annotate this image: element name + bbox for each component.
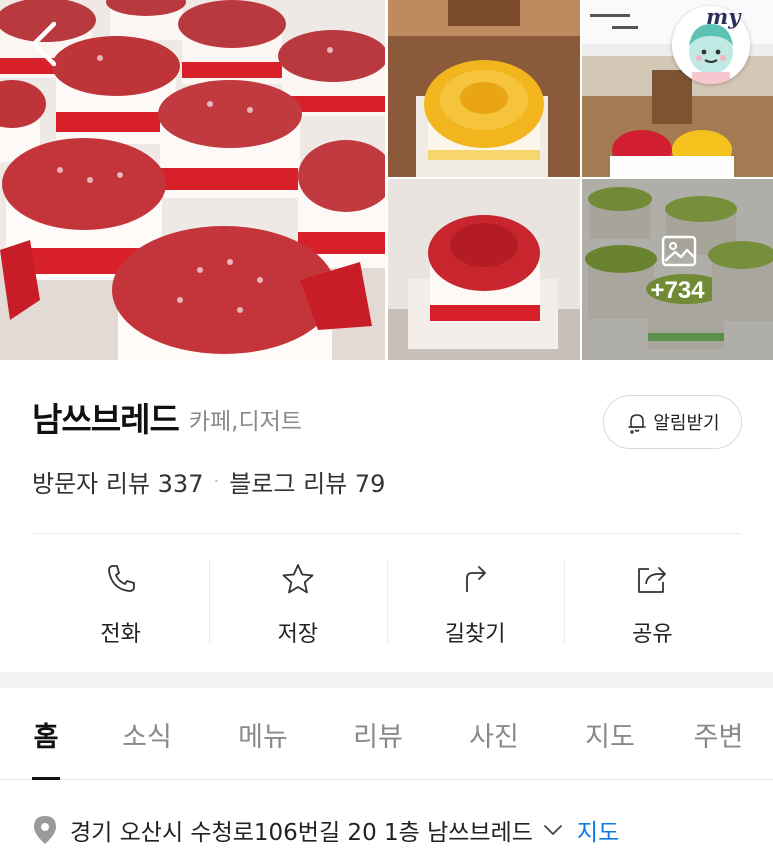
- share-icon: [638, 567, 667, 593]
- tab-photos[interactable]: 사진: [432, 688, 556, 780]
- call-button[interactable]: 전화: [32, 556, 209, 648]
- save-button[interactable]: 저장: [209, 556, 386, 648]
- address-row: 경기 오산시 수청로106번길 20 1층 남쓰브레드 지도: [32, 808, 619, 852]
- tab-nearby[interactable]: 주변: [664, 688, 773, 780]
- my-label: my: [706, 4, 741, 29]
- gallery-photo-strawberry-cake[interactable]: [388, 179, 580, 360]
- address-map-link[interactable]: 지도: [577, 813, 619, 847]
- tab-map[interactable]: 지도: [556, 688, 664, 780]
- more-photos-count: +734: [650, 277, 705, 304]
- gallery-photo-mango-cake[interactable]: [388, 0, 580, 177]
- directions-label: 길찾기: [444, 622, 506, 647]
- blog-review-link[interactable]: 블로그 리뷰 79: [229, 464, 385, 499]
- chevron-left-icon: [31, 21, 57, 67]
- chevron-down-icon[interactable]: [541, 818, 565, 842]
- divider: [32, 533, 741, 534]
- more-photos-button[interactable]: +734: [582, 179, 773, 360]
- address-text: 경기 오산시 수청로106번길 20 1층 남쓰브레드: [70, 820, 533, 846]
- review-summary: 방문자 리뷰 337 · 블로그 리뷰 79: [32, 464, 385, 498]
- action-bar: 전화 저장 길찾기 공유: [32, 556, 741, 648]
- review-separator: ·: [213, 470, 220, 492]
- tab-home[interactable]: 홈: [0, 688, 92, 780]
- place-category: 카페,디저트: [188, 409, 302, 435]
- call-label: 전화: [100, 622, 141, 647]
- tab-menu[interactable]: 메뉴: [202, 688, 324, 780]
- tab-news[interactable]: 소식: [92, 688, 202, 780]
- image-icon: [661, 235, 697, 267]
- directions-icon: [466, 566, 487, 592]
- phone-icon: [107, 565, 135, 592]
- visitor-review-link[interactable]: 방문자 리뷰 337: [32, 464, 203, 499]
- tab-reviews[interactable]: 리뷰: [324, 688, 432, 780]
- directions-button[interactable]: 길찾기: [386, 556, 564, 648]
- back-button[interactable]: [22, 18, 66, 70]
- save-label: 저장: [277, 622, 319, 647]
- bell-plus-icon: [628, 414, 647, 434]
- place-name: 남쓰브레드: [32, 400, 180, 439]
- alarm-subscribe-button[interactable]: 알림받기: [603, 395, 742, 449]
- star-icon: [282, 564, 314, 594]
- section-separator: [0, 672, 773, 688]
- share-button[interactable]: 공유: [563, 556, 741, 648]
- place-title-row: 남쓰브레드 카페,디저트: [32, 392, 302, 442]
- location-pin-icon: [34, 816, 56, 844]
- tab-bar: 홈 소식 메뉴 리뷰 사진 지도 주변: [0, 688, 773, 780]
- photo-gallery: +734 my: [0, 0, 773, 360]
- share-label: 공유: [632, 622, 673, 647]
- alarm-label: 알림받기: [653, 413, 720, 434]
